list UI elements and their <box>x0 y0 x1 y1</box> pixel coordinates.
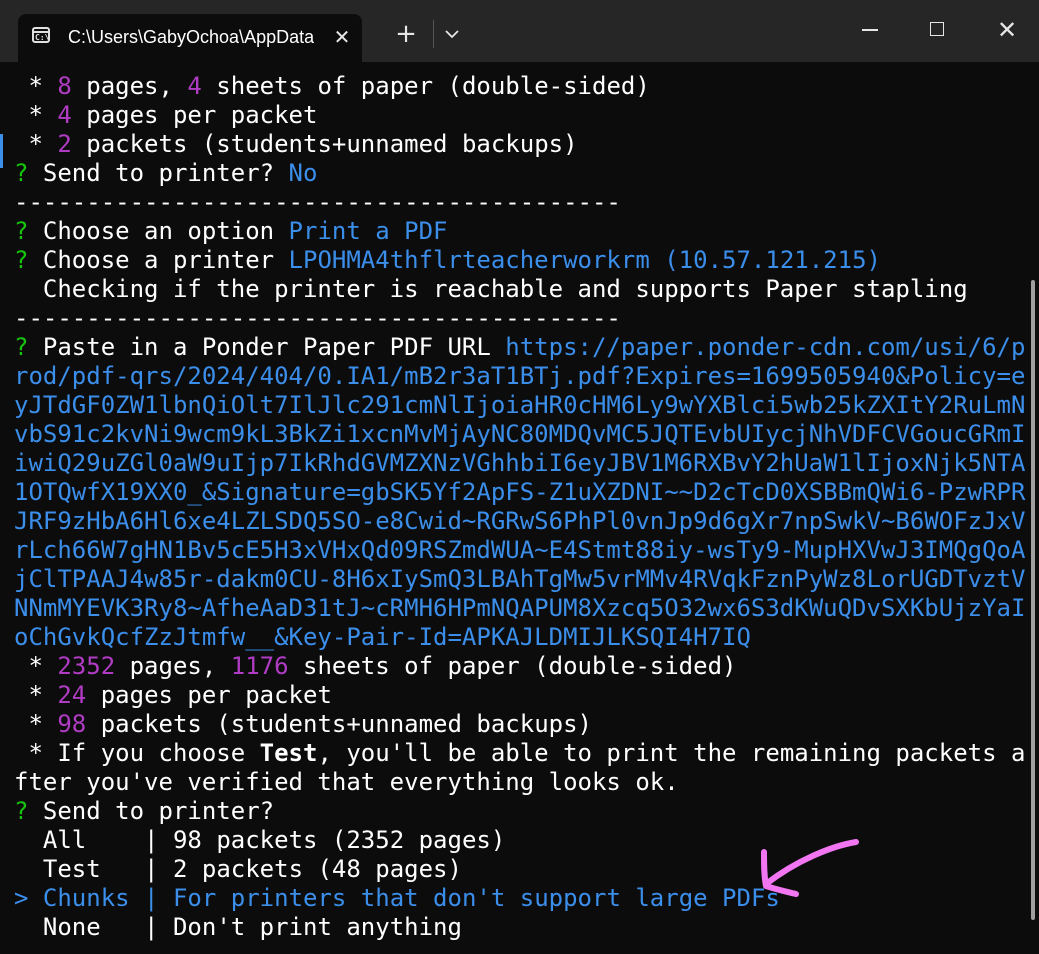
output-line: fter you've verified that everything loo… <box>14 768 679 796</box>
url-line: NNmMYEVK3Ry8~AfheAaD31tJ~cRMH6HPmNQAPUM8… <box>14 594 1026 622</box>
prompt-line: ? Choose an option Print a PDF <box>14 217 448 245</box>
output-line: * 24 pages per packet <box>14 681 332 709</box>
menu-option-none[interactable]: None | Don't print anything <box>14 913 462 942</box>
url-line: jClTPAAJ4w85r-dakm0CU-8H6xIySmQ3LBAhTgMw… <box>14 565 1026 593</box>
url-line: rLch66W7gHN1Bv5cE5H3xVHxQd09RSZmdWUA~E4S… <box>14 536 1026 564</box>
output-line: * 98 packets (students+unnamed backups) <box>14 710 592 738</box>
prompt-line: ? Send to printer? No <box>14 159 318 187</box>
output-line: * 2352 pages, 1176 sheets of paper (doub… <box>14 652 737 680</box>
close-window-button[interactable]: ✕ <box>984 14 1030 46</box>
menu-option-all[interactable]: All | 98 packets (2352 pages) <box>14 826 505 855</box>
output-line: Checking if the printer is reachable and… <box>14 275 968 303</box>
maximize-icon <box>930 22 944 36</box>
annotation-arrow-icon <box>761 839 859 897</box>
new-tab-button[interactable]: + <box>392 20 420 48</box>
separator-line: ----------------------------------------… <box>14 188 621 216</box>
url-line: vbS91c2kvNi9wcm9kL3BkZi1xcnMvMjAyNC80MDQ… <box>14 420 1026 448</box>
chevron-down-icon[interactable] <box>440 22 464 46</box>
menu-option-test[interactable]: Test | 2 packets (48 pages) <box>14 855 462 884</box>
menu-option-chunks-selected[interactable]: > Chunks | For printers that don't suppo… <box>14 884 780 913</box>
title-divider <box>433 20 434 48</box>
url-line: oChGvkQcfZzJtmfw__&Key-Pair-Id=APKAJLDMI… <box>14 623 751 651</box>
url-line: JRF9zHbA6Hl6xe4LZLSDQ5SO-e8Cwid~RGRwS6Ph… <box>14 507 1026 535</box>
terminal-output[interactable]: * 8 pages, 4 sheets of paper (double-sid… <box>0 62 1039 954</box>
url-line: iwiQ29uZGl0aW9uIjp7IkRhdGVMZXNzVGhhbiI6e… <box>14 449 1026 477</box>
url-line: yJTdGF0ZW1lbnQiOlt7IlJlc291cmNlIjoiaHR0c… <box>14 391 1026 419</box>
url-line: 1OTQwfX19XX0_&Signature=gbSK5Yf2ApFS-Z1u… <box>14 478 1026 506</box>
tab-terminal[interactable]: C:\ C:\Users\GabyOchoa\AppData ✕ <box>18 14 362 62</box>
maximize-button[interactable] <box>914 14 960 46</box>
close-tab-button[interactable]: ✕ <box>330 25 354 49</box>
minimize-button[interactable] <box>846 14 892 46</box>
title-bar: C:\ C:\Users\GabyOchoa\AppData ✕ + ✕ <box>0 0 1039 62</box>
tab-title: C:\Users\GabyOchoa\AppData <box>68 27 314 47</box>
output-line: * If you choose Test, you'll be able to … <box>14 739 1026 767</box>
output-line: * 4 pages per packet <box>14 101 318 129</box>
prompt-line: ? Choose a printer LPOHMA4thflrteacherwo… <box>14 246 881 274</box>
terminal-icon: C:\ <box>32 27 50 43</box>
separator-line: ----------------------------------------… <box>14 304 621 332</box>
url-line: rod/pdf-qrs/2024/404/0.IA1/mB2r3aT1BTj.p… <box>14 362 1026 390</box>
output-line: * 8 pages, 4 sheets of paper (double-sid… <box>14 72 650 100</box>
scrollbar[interactable] <box>1031 280 1035 920</box>
output-line: * 2 packets (students+unnamed backups) <box>14 130 578 158</box>
prompt-line: ? Send to printer? <box>14 797 275 825</box>
minimize-icon <box>862 29 878 31</box>
prompt-line: ? Paste in a Ponder Paper PDF URL https:… <box>14 333 1026 361</box>
